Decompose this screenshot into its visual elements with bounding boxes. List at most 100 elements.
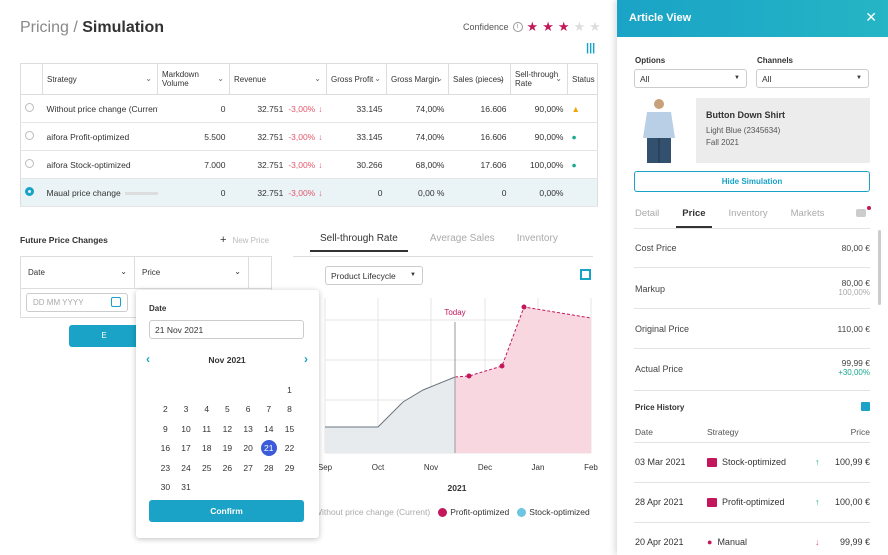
tab-detail[interactable]: Detail <box>635 208 659 228</box>
calendar-day[interactable]: 6 <box>238 404 259 414</box>
channels-label: Channels <box>757 56 794 65</box>
apply-button[interactable]: E <box>69 325 139 347</box>
calendar-day[interactable]: 23 <box>155 463 176 473</box>
history-header: Date Strategy Price <box>635 427 870 437</box>
columns-icon[interactable]: ||| <box>586 42 595 54</box>
legend-profit[interactable]: Profit-optimized <box>438 507 509 518</box>
calendar-day[interactable]: 27 <box>238 463 259 473</box>
calendar-icon[interactable] <box>111 297 121 307</box>
lifecycle-select[interactable]: Product Lifecycle ▼ <box>325 266 423 285</box>
article-view-panel: Article View ✕ Options All ▼ Channels All ▼… <box>617 0 888 555</box>
tab-inventory[interactable]: Inventory <box>729 208 768 228</box>
comment-icon[interactable] <box>856 209 866 217</box>
calendar-day[interactable]: 14 <box>258 424 279 434</box>
new-price-button[interactable]: + New Price <box>220 234 275 246</box>
table-row[interactable]: aifora Stock-optimized 7.000 32.751 -3,00… <box>20 150 598 179</box>
price-column-header[interactable]: Price ⌄ <box>135 257 249 288</box>
column-header[interactable]: Sell-through Rate ⌄ <box>510 63 568 95</box>
calendar-day[interactable]: 12 <box>217 424 238 434</box>
hide-simulation-button[interactable]: Hide Simulation <box>634 171 870 192</box>
fullscreen-icon[interactable] <box>580 269 591 280</box>
calendar-day[interactable]: 10 <box>176 424 197 434</box>
save-icon[interactable] <box>861 402 870 411</box>
star-icon: ★ <box>557 19 570 34</box>
calendar-day[interactable]: 3 <box>176 404 197 414</box>
simulation-table: Strategy ⌄ Markdown Volume ⌄ Revenue ⌄ Gros… <box>20 63 598 207</box>
history-row[interactable]: 03 Mar 2021 Stock-optimized ↑ 100,99 € <box>635 457 870 468</box>
calendar-week: 2345678 <box>155 400 300 420</box>
channels-select[interactable]: All ▼ <box>756 69 869 88</box>
product-season: Fall 2021 <box>706 138 739 147</box>
calendar-day[interactable]: 8 <box>279 404 300 414</box>
calendar-day[interactable]: 22 <box>279 443 300 453</box>
table-row[interactable]: aifora Profit-optimized 5.500 32.751 -3,0… <box>20 122 598 151</box>
history-row[interactable]: 28 Apr 2021 Profit-optimized ↑ 100,00 € <box>635 497 870 508</box>
calendar-week: 9 10 11 12 13 14 15 <box>155 419 300 439</box>
tab-inventory[interactable]: Inventory <box>517 233 558 252</box>
calendar-day[interactable]: 7 <box>258 404 279 414</box>
tab-price[interactable]: Price <box>676 208 712 228</box>
calendar-day[interactable]: 21 <box>260 440 277 457</box>
row-radio[interactable] <box>25 159 34 168</box>
row-radio[interactable] <box>25 187 34 196</box>
product-color: Light Blue (2345634) <box>706 126 781 135</box>
column-header[interactable]: Gross Profit ⌄ <box>326 63 387 95</box>
calendar-day[interactable]: 24 <box>176 463 197 473</box>
calendar-day[interactable]: 15 <box>279 424 300 434</box>
panel-scrollbar[interactable] <box>878 230 881 305</box>
chevron-right-icon[interactable]: › <box>304 353 308 365</box>
column-header[interactable]: Markdown Volume ⌄ <box>157 63 230 95</box>
calendar-day[interactable]: 9 <box>155 424 176 434</box>
calendar-day[interactable]: 13 <box>238 424 259 434</box>
calendar-day[interactable]: 30 <box>155 482 176 492</box>
calendar-day[interactable]: 31 <box>176 482 197 492</box>
tab-sell-through-rate[interactable]: Sell-through Rate <box>310 233 408 252</box>
date-column-header[interactable]: Date ⌄ <box>21 257 135 288</box>
calendar-week: 1 <box>155 380 300 400</box>
calendar-day[interactable]: 18 <box>196 443 217 453</box>
divider <box>293 256 593 257</box>
calendar-icon <box>707 458 717 468</box>
tab-average-sales[interactable]: Average Sales <box>430 233 495 252</box>
calendar-day[interactable]: 20 <box>238 443 259 453</box>
calendar-day[interactable]: 19 <box>217 443 238 453</box>
info-icon[interactable]: i <box>512 22 523 32</box>
close-icon[interactable]: ✕ <box>865 9 877 26</box>
calendar-day[interactable]: 26 <box>217 463 238 473</box>
options-select[interactable]: All ▼ <box>634 69 747 88</box>
row-radio[interactable] <box>25 131 34 140</box>
calendar-day[interactable]: 5 <box>217 404 238 414</box>
calendar-day[interactable]: 1 <box>279 385 300 395</box>
x-tick-label: Dec <box>478 463 492 472</box>
calendar-day[interactable]: 29 <box>279 463 300 473</box>
calendar-day[interactable]: 4 <box>196 404 217 414</box>
history-row[interactable]: 20 Apr 2021 ● Manual ↓ 99,99 € <box>635 537 870 547</box>
column-header[interactable]: Sales (pieces) ⌄ <box>448 63 511 95</box>
product-info: Button Down Shirt Light Blue (2345634) F… <box>696 98 870 163</box>
legend-stock[interactable]: Stock-optimized <box>517 507 590 518</box>
calendar-day[interactable]: 11 <box>196 424 217 434</box>
calendar-day[interactable]: 16 <box>155 443 176 453</box>
calendar-day[interactable]: 25 <box>196 463 217 473</box>
table-row[interactable]: Without price change (Current) 0 32.751-… <box>20 94 598 123</box>
calendar-day[interactable]: 2 <box>155 404 176 414</box>
divider <box>634 390 870 391</box>
date-input[interactable]: DD MM YYYY <box>26 293 128 312</box>
tab-markets[interactable]: Markets <box>791 208 825 228</box>
calendar-day[interactable]: 28 <box>258 463 279 473</box>
calendar-week: 30 31 <box>155 478 300 498</box>
column-header[interactable]: Strategy ⌄ <box>42 63 158 95</box>
legend-current[interactable]: Without price change (Current) <box>314 507 430 517</box>
column-header[interactable]: Status <box>567 63 598 95</box>
chevron-left-icon[interactable]: ‹ <box>146 353 150 365</box>
price-row: Markup 80,00 €100,00% <box>635 278 870 297</box>
column-header[interactable]: Gross Margin ⌄ <box>386 63 449 95</box>
table-row[interactable]: Maual price change 0 32.751 -3,00% ↓ 0 0,0… <box>20 178 598 207</box>
calendar-week: 23 24 25 26 27 28 29 <box>155 458 300 478</box>
row-radio[interactable] <box>25 103 34 112</box>
calendar-day[interactable]: 17 <box>176 443 197 453</box>
price-slider[interactable] <box>124 191 158 195</box>
date-field[interactable]: 21 Nov 2021 <box>149 320 304 339</box>
confirm-button[interactable]: Confirm <box>149 500 304 522</box>
column-header[interactable]: Revenue ⌄ <box>229 63 327 95</box>
